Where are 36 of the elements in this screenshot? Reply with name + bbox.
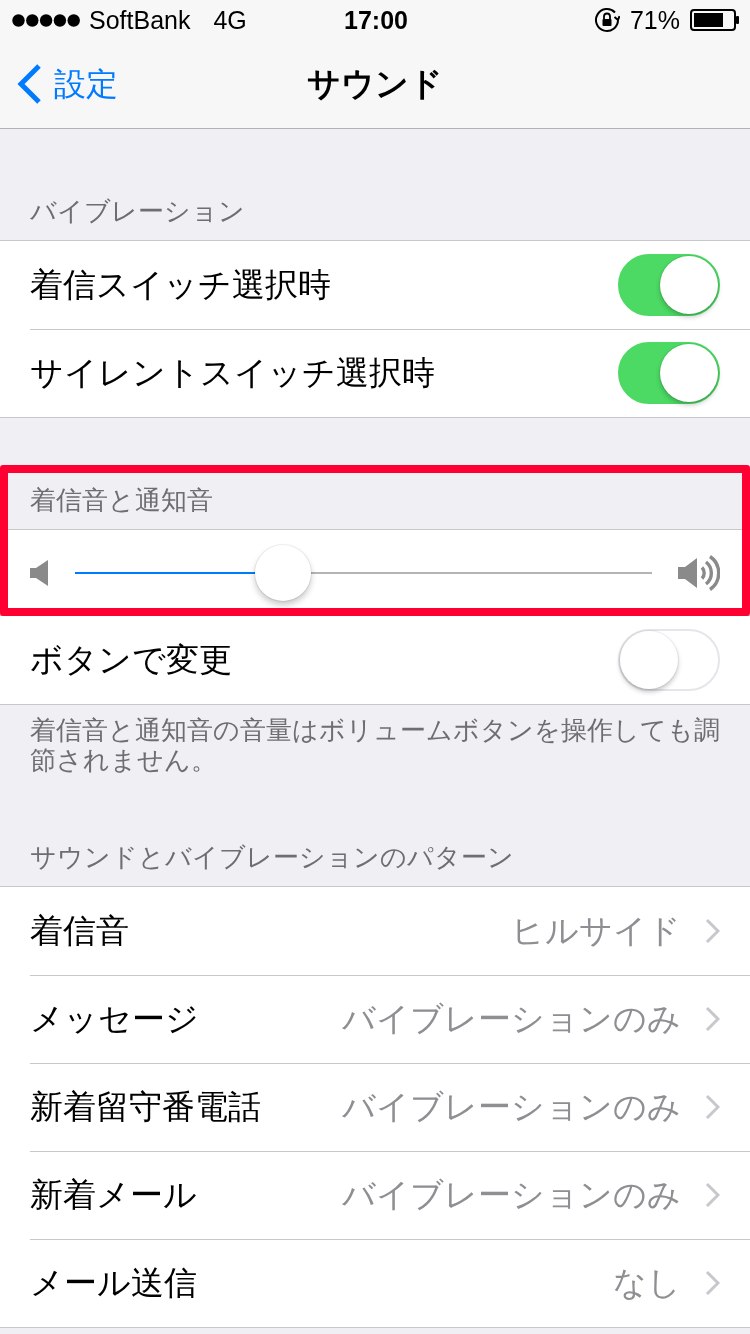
setting-value: バイブレーションのみ <box>342 1175 681 1215</box>
chevron-icon <box>705 1006 720 1032</box>
setting-label: 着信スイッチ選択時 <box>30 265 331 305</box>
chevron-icon <box>705 918 720 944</box>
rotation-lock-icon <box>593 7 620 33</box>
toggle-switch[interactable] <box>618 342 720 404</box>
setting-label[interactable]: 新着留守番電話 <box>30 1087 261 1127</box>
chevron-icon <box>705 1094 720 1120</box>
chevron-icon <box>705 1270 720 1296</box>
back-button[interactable]: 設定 <box>0 63 118 105</box>
setting-label[interactable]: 着信音 <box>30 911 129 951</box>
setting-label: ボタンで変更 <box>30 640 232 680</box>
section-header: 着信音と通知音 <box>29 485 214 516</box>
signal-icon <box>12 13 80 27</box>
slider-thumb[interactable] <box>254 544 311 601</box>
network-type: 4G <box>213 5 247 35</box>
setting-value: ヒルサイド <box>511 911 681 951</box>
chevron-icon <box>705 1182 720 1208</box>
section-footer: 着信音と通知音の音量はボリュームボタンを操作しても調節されません。 <box>0 705 750 775</box>
speaker-quiet-icon <box>30 559 48 586</box>
setting-value: なし <box>613 1263 681 1303</box>
setting-label[interactable]: メール送信 <box>30 1263 197 1303</box>
page-title: サウンド <box>307 64 443 104</box>
battery-icon <box>690 9 740 31</box>
setting-label[interactable]: 新着メール <box>30 1175 197 1215</box>
setting-value: バイブレーションのみ <box>342 999 681 1039</box>
setting-label[interactable]: メッセージ <box>30 999 199 1039</box>
back-chevron-icon <box>16 63 42 105</box>
toggle-switch[interactable] <box>618 254 720 316</box>
battery-percent: 71% <box>629 5 680 35</box>
carrier-name: SoftBank <box>89 5 191 35</box>
section-header: バイブレーション <box>29 196 246 227</box>
setting-label: サイレントスイッチ選択時 <box>30 353 435 393</box>
status-time: 17:00 <box>344 5 408 35</box>
section-header: サウンドとバイブレーションのパターン <box>29 842 515 873</box>
setting-value: バイブレーションのみ <box>342 1087 681 1127</box>
